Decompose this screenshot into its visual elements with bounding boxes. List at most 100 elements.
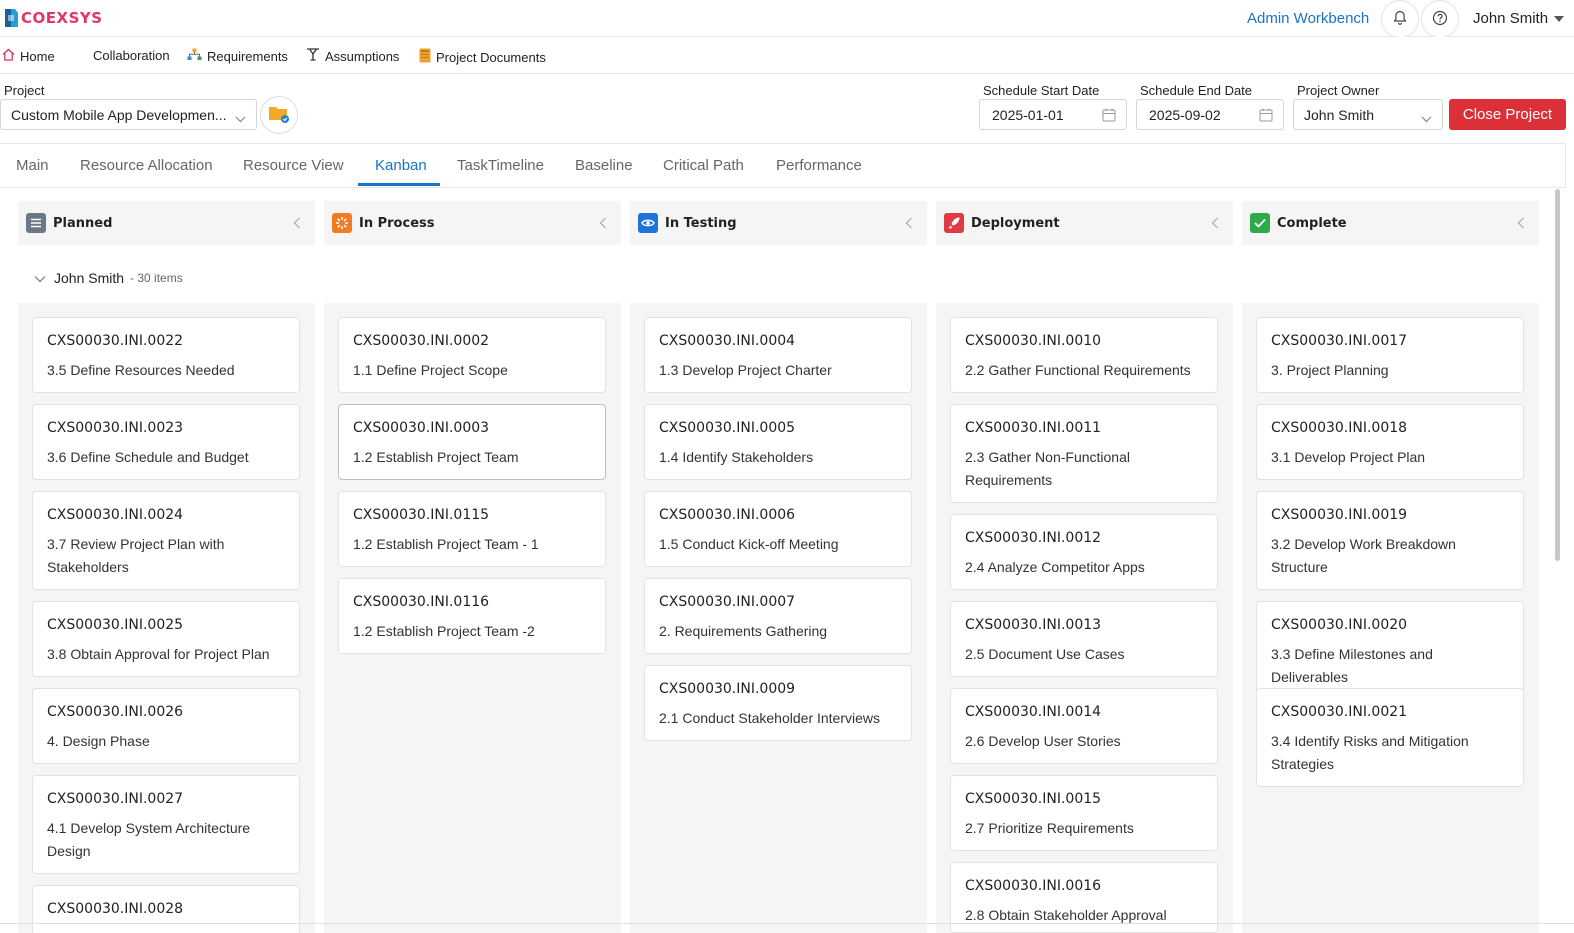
kanban-card[interactable]: CXS00030.INI.0020 3.3 Define Milestones … (1256, 601, 1524, 700)
nav-assumptions-label: Assumptions (325, 48, 400, 64)
kanban-card[interactable]: CXS00030.INI.0002 1.1 Define Project Sco… (338, 317, 606, 393)
kanban-card[interactable]: CXS00030.INI.0015 2.7 Prioritize Require… (950, 775, 1218, 851)
branch-icon (306, 48, 320, 64)
nav-project-documents[interactable]: Project Documents (419, 48, 546, 66)
kanban-card[interactable]: CXS00030.INI.0021 3.4 Identify Risks and… (1256, 688, 1524, 787)
vertical-scrollbar[interactable] (1555, 189, 1560, 561)
top-bar: COEXSYS Admin Workbench John Smith (0, 0, 1574, 38)
card-title: 2.3 Gather Non-Functional Requirements (965, 449, 1130, 488)
schedule-end-input[interactable]: 2025-09-02 (1136, 99, 1284, 130)
tab-baseline[interactable]: Baseline (575, 157, 633, 174)
card-title: 1.4 Identify Stakeholders (659, 449, 814, 465)
kanban-card[interactable]: CXS00030.INI.0011 2.3 Gather Non-Functio… (950, 404, 1218, 503)
tab-resource-view[interactable]: Resource View (243, 157, 344, 174)
schedule-start-label: Schedule Start Date (983, 83, 1100, 98)
close-project-button[interactable]: Close Project (1449, 99, 1566, 130)
card-id: CXS00030.INI.0015 (965, 791, 1102, 807)
kanban-card[interactable]: CXS00030.INI.0027 4.1 Develop System Arc… (32, 775, 300, 874)
kanban-card[interactable]: CXS00030.INI.0007 2. Requirements Gather… (644, 578, 912, 654)
chevron-left-icon[interactable] (293, 216, 301, 232)
chevron-left-icon[interactable] (1211, 216, 1219, 232)
tab-resource-allocation[interactable]: Resource Allocation (80, 157, 213, 174)
kanban-card[interactable]: CXS00030.INI.0009 2.1 Conduct Stakeholde… (644, 665, 912, 741)
project-owner-label: Project Owner (1297, 83, 1380, 98)
kanban-card[interactable]: CXS00030.INI.0003 1.2 Establish Project … (338, 404, 606, 480)
nav-requirements[interactable]: Requirements (187, 48, 288, 64)
card-id: CXS00030.INI.0115 (353, 507, 490, 523)
nav-collaboration-label: Collaboration (93, 48, 170, 63)
kanban-card[interactable]: CXS00030.INI.0026 4. Design Phase (32, 688, 300, 764)
card-title: 2.4 Analyze Competitor Apps (965, 559, 1145, 575)
tab-critical-path[interactable]: Critical Path (663, 157, 744, 174)
card-title: 1.3 Develop Project Charter (659, 362, 832, 378)
kanban-card[interactable]: CXS00030.INI.0014 2.6 Develop User Stori… (950, 688, 1218, 764)
project-folder-button[interactable] (260, 96, 298, 134)
brand-logo[interactable]: COEXSYS (2, 6, 103, 30)
kanban-card[interactable]: CXS00030.INI.0004 1.3 Develop Project Ch… (644, 317, 912, 393)
card-id: CXS00030.INI.0002 (353, 333, 490, 349)
tab-tasktimeline[interactable]: TaskTimeline (457, 157, 544, 174)
card-title: 3.2 Develop Work Breakdown Structure (1271, 536, 1456, 575)
card-id: CXS00030.INI.0027 (47, 791, 184, 807)
card-id: CXS00030.INI.0024 (47, 507, 184, 523)
nav-collaboration[interactable]: Collaboration (93, 48, 170, 63)
card-title: 1.1 Define Project Scope (353, 362, 508, 378)
card-title: 3.4 Identify Risks and Mitigation Strate… (1271, 733, 1469, 772)
swimlane-owner: John Smith (54, 270, 125, 286)
kanban-card[interactable]: CXS00030.INI.0025 3.8 Obtain Approval fo… (32, 601, 300, 677)
column-title-in-testing: In Testing (665, 215, 737, 231)
column-header-complete: Complete (1242, 201, 1539, 245)
kanban-card[interactable]: CXS00030.INI.0018 3.1 Develop Project Pl… (1256, 404, 1524, 480)
kanban-card[interactable]: CXS00030.INI.0013 2.5 Document Use Cases (950, 601, 1218, 677)
card-id: CXS00030.INI.0026 (47, 704, 184, 720)
card-id: CXS00030.INI.0012 (965, 530, 1102, 546)
tab-performance[interactable]: Performance (776, 157, 862, 174)
kanban-card[interactable]: CXS00030.INI.0028 (32, 885, 300, 933)
admin-workbench-link[interactable]: Admin Workbench (1247, 10, 1369, 27)
card-id: CXS00030.INI.0006 (659, 507, 796, 523)
card-id: CXS00030.INI.0017 (1271, 333, 1408, 349)
help-button[interactable] (1421, 0, 1459, 38)
kanban-card[interactable]: CXS00030.INI.0006 1.5 Conduct Kick-off M… (644, 491, 912, 567)
nav-assumptions[interactable]: Assumptions (306, 48, 399, 64)
kanban-card[interactable]: CXS00030.INI.0017 3. Project Planning (1256, 317, 1524, 393)
project-owner-value: John Smith (1304, 106, 1375, 123)
card-title: 3. Project Planning (1271, 362, 1389, 378)
user-name: John Smith (1473, 10, 1549, 27)
calendar-icon (1102, 108, 1116, 125)
hierarchy-icon (187, 48, 202, 64)
nav-home[interactable]: Home (2, 48, 55, 64)
kanban-card[interactable]: CXS00030.INI.0012 2.4 Analyze Competitor… (950, 514, 1218, 590)
chevron-left-icon[interactable] (599, 216, 607, 232)
bell-icon (1392, 10, 1408, 29)
column-header-deployment: Deployment (936, 201, 1233, 245)
tab-kanban[interactable]: Kanban (375, 157, 427, 174)
schedule-start-input[interactable]: 2025-01-01 (979, 99, 1127, 130)
kanban-card[interactable]: CXS00030.INI.0022 3.5 Define Resources N… (32, 317, 300, 393)
kanban-card[interactable]: CXS00030.INI.0005 1.4 Identify Stakehold… (644, 404, 912, 480)
kanban-card[interactable]: CXS00030.INI.0019 3.2 Develop Work Break… (1256, 491, 1524, 590)
kanban-card[interactable]: CXS00030.INI.0023 3.6 Define Schedule an… (32, 404, 300, 480)
project-owner-select[interactable]: John Smith (1293, 99, 1443, 130)
kanban-card[interactable]: CXS00030.INI.0116 1.2 Establish Project … (338, 578, 606, 654)
kanban-card[interactable]: CXS00030.INI.0115 1.2 Establish Project … (338, 491, 606, 567)
chevron-left-icon[interactable] (1517, 216, 1525, 232)
column-header-planned: Planned (18, 201, 315, 245)
project-select[interactable]: Custom Mobile App Developmen... (0, 99, 257, 130)
user-menu[interactable]: John Smith (1473, 10, 1565, 27)
card-id: CXS00030.INI.0019 (1271, 507, 1408, 523)
card-title: 4. Design Phase (47, 733, 150, 749)
caret-down-icon (1554, 15, 1565, 22)
tab-main[interactable]: Main (16, 157, 49, 174)
notifications-button[interactable] (1381, 0, 1419, 38)
card-id: CXS00030.INI.0009 (659, 681, 796, 697)
list-icon (26, 213, 46, 233)
brand-name: COEXSYS (21, 9, 103, 27)
kanban-card[interactable]: CXS00030.INI.0010 2.2 Gather Functional … (950, 317, 1218, 393)
swimlane-header[interactable]: John Smith - 30 items (34, 270, 183, 286)
card-id: CXS00030.INI.0010 (965, 333, 1102, 349)
card-id: CXS00030.INI.0016 (965, 878, 1102, 894)
kanban-card[interactable]: CXS00030.INI.0024 3.7 Review Project Pla… (32, 491, 300, 590)
card-id: CXS00030.INI.0020 (1271, 617, 1408, 633)
chevron-left-icon[interactable] (905, 216, 913, 232)
